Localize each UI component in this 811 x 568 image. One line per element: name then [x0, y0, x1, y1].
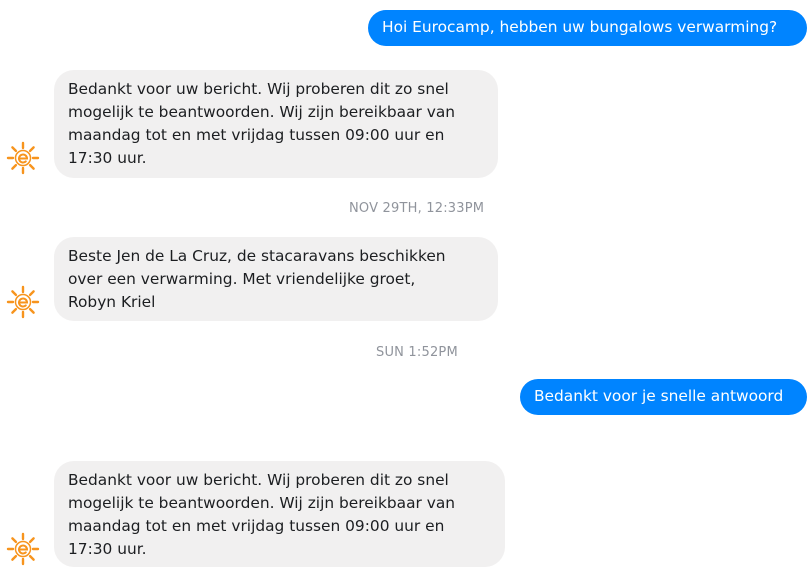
incoming-message[interactable]: Beste Jen de La Cruz, de stacaravans bes… [54, 237, 498, 321]
incoming-message[interactable]: Bedankt voor uw bericht. Wij proberen di… [54, 70, 498, 178]
outgoing-message[interactable]: Bedankt voor je snelle antwoord [520, 379, 807, 415]
eurocamp-sun-logo-icon[interactable] [6, 285, 40, 319]
message-timestamp: SUN 1:52PM [376, 345, 458, 360]
eurocamp-sun-logo-icon[interactable] [6, 141, 40, 175]
outgoing-message[interactable]: Hoi Eurocamp, hebben uw bungalows verwar… [368, 10, 807, 46]
eurocamp-sun-logo-icon[interactable] [6, 532, 40, 566]
message-timestamp: NOV 29TH, 12:33PM [349, 201, 485, 216]
incoming-message[interactable]: Bedankt voor uw bericht. Wij proberen di… [54, 461, 505, 567]
